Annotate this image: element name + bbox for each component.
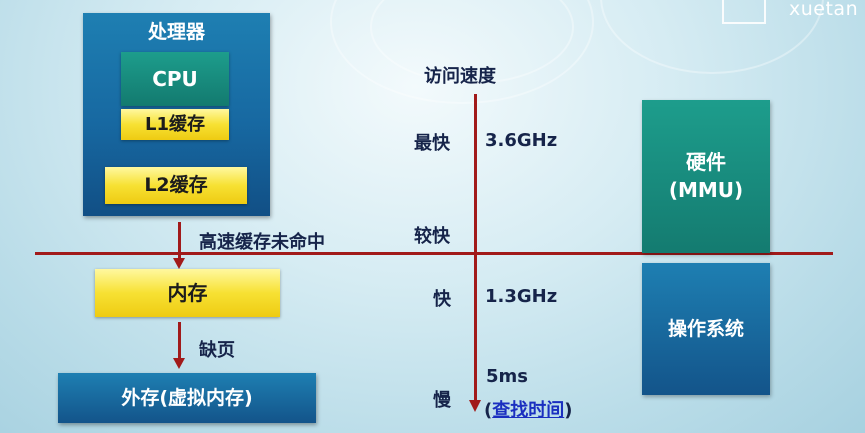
l2-cache-box: L2缓存 [105, 167, 247, 204]
cpu-core-box: CPU [121, 52, 229, 106]
speed-value-fast: 1.3GHz [485, 286, 558, 307]
speed-level-fast: 快 [433, 289, 451, 310]
seek-time-link[interactable]: 查找时间 [492, 400, 564, 421]
cpu-label: CPU [152, 67, 198, 91]
speed-level-fastest: 最快 [414, 133, 450, 154]
page-fault-label: 缺页 [199, 340, 235, 361]
speed-value-slow: 5ms [486, 366, 528, 387]
virtual-memory-box: 外存(虚拟内存) [58, 373, 316, 423]
hardware-label: 硬件 [686, 150, 726, 174]
seek-time-close: ) [564, 400, 573, 421]
cache-miss-label: 高速缓存未命中 [199, 232, 325, 253]
speed-level-slow: 慢 [433, 390, 451, 411]
logo-icon [722, 0, 766, 24]
memory-box: 内存 [95, 269, 280, 317]
page-fault-arrow [178, 322, 181, 360]
speed-axis-line [474, 94, 477, 404]
l1-cache-box: L1缓存 [121, 109, 229, 140]
speed-value-fastest: 3.6GHz [485, 130, 558, 151]
mmu-label: (MMU) [668, 178, 744, 202]
seek-time-open: ( [484, 400, 493, 421]
page-fault-arrowhead [173, 358, 185, 369]
processor-title: 处理器 [147, 21, 205, 43]
speed-level-faster: 较快 [414, 226, 450, 247]
speed-axis-title: 访问速度 [424, 66, 496, 87]
hardware-mmu-box: 硬件 (MMU) [642, 100, 770, 253]
operating-system-box: 操作系统 [642, 263, 770, 395]
cache-miss-arrowhead [173, 258, 185, 269]
processor-block: 处理器 CPU L1缓存 L2缓存 [83, 13, 270, 216]
logo-text: xuetan [789, 0, 859, 20]
seek-time-note: (查找时间) [484, 396, 572, 422]
speed-axis-arrowhead [469, 400, 481, 412]
